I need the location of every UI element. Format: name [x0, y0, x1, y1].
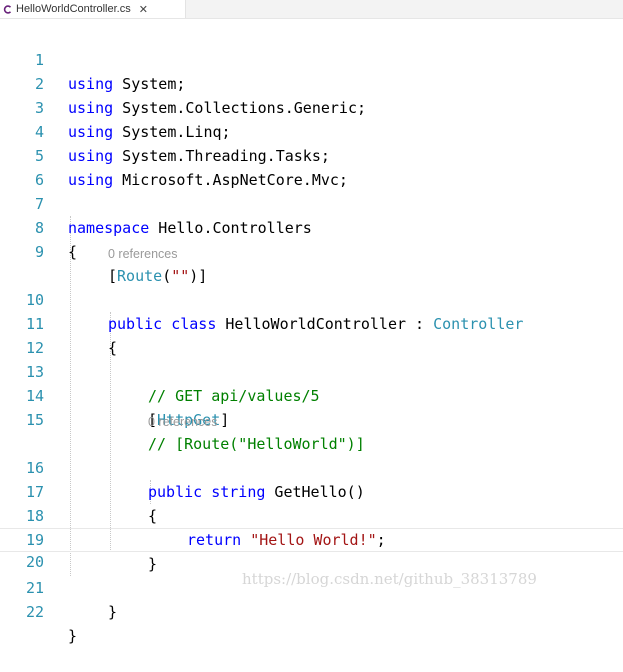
code-line-7: 7 namespace Hello.Controllers — [0, 168, 623, 237]
class-references-codelens[interactable]: 0 references — [108, 246, 177, 262]
code-line-15: 15 // [Route("HelloWorld")] — [0, 384, 623, 453]
code-line-8: 8 { — [0, 192, 623, 261]
tab-filename: HelloWorldController.cs — [16, 3, 131, 15]
code-line-12: 12 — [0, 312, 623, 357]
code-line-1: 1 using System; — [0, 24, 623, 93]
code-editor[interactable]: 1 using System; 2 using System.Collectio… — [0, 24, 623, 645]
close-tab-icon[interactable]: ✕ — [139, 4, 148, 15]
code-text: { — [68, 243, 78, 261]
code-line-17: 17 { — [0, 456, 623, 525]
code-line-3: 3 using System.Linq; — [0, 72, 623, 141]
punctuation: ] — [220, 411, 230, 429]
code-line-18: 18 return "Hello World!"; — [0, 480, 623, 549]
code-line-16: 16 public string GetHello() — [0, 432, 623, 501]
code-line-19: 19 } — [0, 504, 623, 573]
code-text: } — [68, 627, 78, 645]
code-line-6: 6 — [0, 144, 623, 189]
method-references-codelens[interactable]: 0 references — [148, 414, 217, 430]
line-number: 9 — [34, 243, 44, 261]
code-line-9: 9 [Route("")] — [0, 216, 623, 285]
code-line-2: 2 using System.Collections.Generic; — [0, 48, 623, 117]
tab-helloworldcontroller[interactable]: HelloWorldController.cs ✕ — [0, 0, 186, 18]
line-number: 15 — [25, 411, 44, 429]
csharp-file-icon — [3, 4, 12, 14]
code-line-13: 13 // GET api/values/5 — [0, 336, 623, 405]
code-line-11: 11 { — [0, 288, 623, 357]
code-line-10: 10 public class HelloWorldController : C… — [0, 264, 623, 333]
editor-tab-bar: HelloWorldController.cs ✕ — [0, 0, 623, 19]
code-line-5: 5 using Microsoft.AspNetCore.Mvc; — [0, 120, 623, 189]
code-line-4: 4 using System.Threading.Tasks; — [0, 96, 623, 165]
line-number: 22 — [25, 603, 44, 621]
code-text: } — [108, 603, 118, 621]
code-line-14: 14 [HttpGet] — [0, 360, 623, 429]
code-line-20-current: 20 — [0, 528, 623, 571]
watermark: https://blog.csdn.net/github_38313789 — [242, 570, 537, 588]
